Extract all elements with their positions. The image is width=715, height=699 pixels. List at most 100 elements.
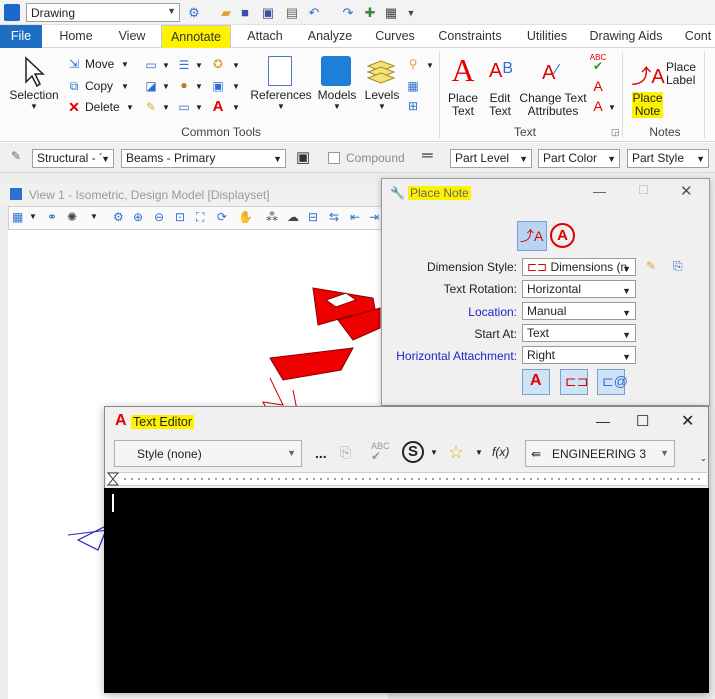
place-note-label[interactable]: Place Note [632, 92, 663, 118]
models-icon[interactable] [321, 56, 351, 86]
redo-icon[interactable]: ↷ [340, 5, 356, 21]
edit-style-icon[interactable]: ✎ [646, 259, 656, 273]
tab-attach[interactable]: Attach [240, 25, 290, 48]
maximize-button[interactable]: ☐ [636, 412, 649, 430]
chevron-down-icon[interactable]: ▼ [195, 61, 203, 70]
chevron-down-icon[interactable]: ▼ [660, 448, 669, 458]
zoom-out-icon[interactable]: ⊖ [154, 210, 164, 224]
minimize-button[interactable]: — [596, 413, 610, 429]
match-style-icon[interactable]: ⎘ [673, 259, 683, 274]
rotate-view-icon[interactable]: ⟳ [217, 210, 227, 224]
close-button[interactable]: ✕ [681, 411, 694, 431]
models-chevron-icon[interactable]: ▼ [333, 102, 341, 111]
tab-view[interactable]: View [113, 25, 151, 48]
tab-constraints[interactable]: Constraints [434, 25, 506, 48]
levels-chevron-icon[interactable]: ▼ [378, 102, 386, 111]
move-icon[interactable]: ⇲ [66, 57, 82, 71]
text-width-button[interactable]: ⊏⊐ [560, 369, 588, 395]
chevron-down-icon[interactable]: ▼ [232, 103, 240, 112]
palette-icon[interactable]: ● [176, 78, 192, 92]
edit-text-label[interactable]: Edit Text [484, 92, 516, 118]
tab-analyze[interactable]: Analyze [302, 25, 358, 48]
chevron-down-icon[interactable]: ▼ [607, 153, 616, 166]
spell-check-icon[interactable]: ABC ✔ [371, 441, 390, 462]
chevron-down-icon[interactable]: ▼ [232, 61, 240, 70]
chevron-down-icon[interactable]: ▼ [696, 153, 705, 166]
app-logo-icon[interactable] [4, 4, 20, 21]
line-style-icon[interactable]: ▭ [143, 58, 159, 72]
chevron-down-icon[interactable]: ▼ [273, 153, 282, 166]
tab-utilities[interactable]: Utilities [520, 25, 574, 48]
dimension-style-combo[interactable]: ⊏⊐ Dimensions (n ▼ [522, 258, 636, 276]
open-folder-icon[interactable]: ▰ [218, 5, 234, 21]
part-color-combo[interactable]: Part Color ▼ [538, 149, 620, 168]
text-input-area[interactable] [104, 488, 709, 693]
chevron-down-icon[interactable]: ▼ [167, 6, 176, 16]
copy-icon[interactable]: ⧉ [66, 79, 82, 94]
view-prev-icon[interactable]: ⇤ [350, 210, 360, 224]
spell-check-icon[interactable]: ABC ✔ [589, 53, 607, 72]
weight-icon[interactable]: ☰ [176, 58, 192, 72]
delete-icon[interactable]: ✕ [66, 99, 82, 116]
chevron-down-icon[interactable]: ▼ [622, 328, 631, 342]
tab-annotate[interactable]: Annotate [161, 25, 231, 48]
chevron-down-icon[interactable]: ▼ [519, 153, 528, 166]
view-previous-icon[interactable]: ⊟ [308, 210, 318, 224]
copy-chevron-icon[interactable]: ▼ [121, 82, 129, 91]
location-combo[interactable]: Manual ▼ [522, 302, 636, 320]
tab-curves[interactable]: Curves [370, 25, 420, 48]
star-icon[interactable]: ☆ [448, 442, 464, 463]
place-text-icon[interactable]: A [447, 52, 479, 88]
place-point-icon[interactable]: ✎ [143, 100, 159, 114]
compound-checkbox[interactable] [328, 152, 340, 164]
chevron-down-icon[interactable]: ▼ [622, 262, 631, 276]
display-style-icon[interactable]: ⚭ [47, 210, 57, 224]
edit-text-icon[interactable]: AB [486, 60, 516, 83]
chevron-down-icon[interactable]: ▼ [29, 212, 37, 221]
move-chevron-icon[interactable]: ▼ [121, 60, 129, 69]
close-button[interactable]: ✕ [680, 182, 693, 200]
smartline-icon[interactable]: ◪ [143, 79, 159, 93]
chevron-down-icon[interactable]: ▼ [162, 103, 170, 112]
chevron-down-icon[interactable]: ▼ [622, 306, 631, 320]
more-options-button[interactable]: ... [315, 445, 327, 461]
paste-icon[interactable]: ⎘ [340, 444, 351, 461]
field-fx-button[interactable]: f(x) [492, 445, 509, 459]
start-at-combo[interactable]: Text ▼ [522, 324, 636, 342]
pin-icon[interactable]: ✚ [362, 5, 378, 21]
delete-label[interactable]: Delete [85, 101, 120, 114]
print-icon[interactable]: ▦ [383, 5, 399, 21]
copy-label[interactable]: Copy [85, 80, 113, 93]
text-a-icon[interactable]: A [210, 98, 226, 115]
chevron-down-icon[interactable]: ▼ [608, 103, 616, 112]
selection-label[interactable]: Selection [8, 89, 60, 102]
chevron-down-icon[interactable]: ▼ [287, 448, 296, 458]
customize-chevron-icon[interactable]: ▼ [403, 5, 419, 21]
window-icon[interactable]: ▣ [296, 148, 310, 166]
chevron-down-icon[interactable]: ▼ [195, 103, 203, 112]
place-label-label[interactable]: Place Label [666, 61, 702, 87]
undo-icon[interactable]: ↶ [306, 5, 322, 21]
view-forward-icon[interactable]: ⇥ [369, 210, 379, 224]
tab-drawing-aids[interactable]: Drawing Aids [586, 25, 666, 48]
settings-icon[interactable]: ⚙ [186, 5, 202, 21]
pin-icon[interactable]: ✎ [11, 149, 21, 163]
overflow-chevron-icon[interactable]: ⌄ [700, 454, 707, 463]
references-chevron-icon[interactable]: ▼ [277, 102, 285, 111]
circled-a-icon[interactable]: A [550, 223, 575, 248]
chevron-down-icon[interactable]: ▼ [426, 61, 434, 70]
style-combo[interactable]: Style (none) ▼ [114, 440, 302, 467]
chevron-down-icon[interactable]: ▼ [622, 350, 631, 364]
move-label[interactable]: Move [85, 58, 114, 71]
compress-icon[interactable]: ▤ [284, 5, 300, 21]
delete-chevron-icon[interactable]: ▼ [126, 103, 134, 112]
selection-chevron-icon[interactable]: ▼ [30, 102, 38, 111]
fly-icon[interactable]: ☁ [287, 210, 299, 224]
hatch-icon[interactable]: ▣ [210, 79, 226, 93]
horizontal-attachment-combo[interactable]: Right ▼ [522, 346, 636, 364]
chevron-down-icon[interactable]: ▼ [622, 284, 631, 298]
view-next-icon[interactable]: ⇆ [329, 210, 339, 224]
tab-cont[interactable]: Cont [680, 25, 715, 48]
chevron-down-icon[interactable]: ▼ [195, 82, 203, 91]
zoom-in-icon[interactable]: ⊕ [133, 210, 143, 224]
